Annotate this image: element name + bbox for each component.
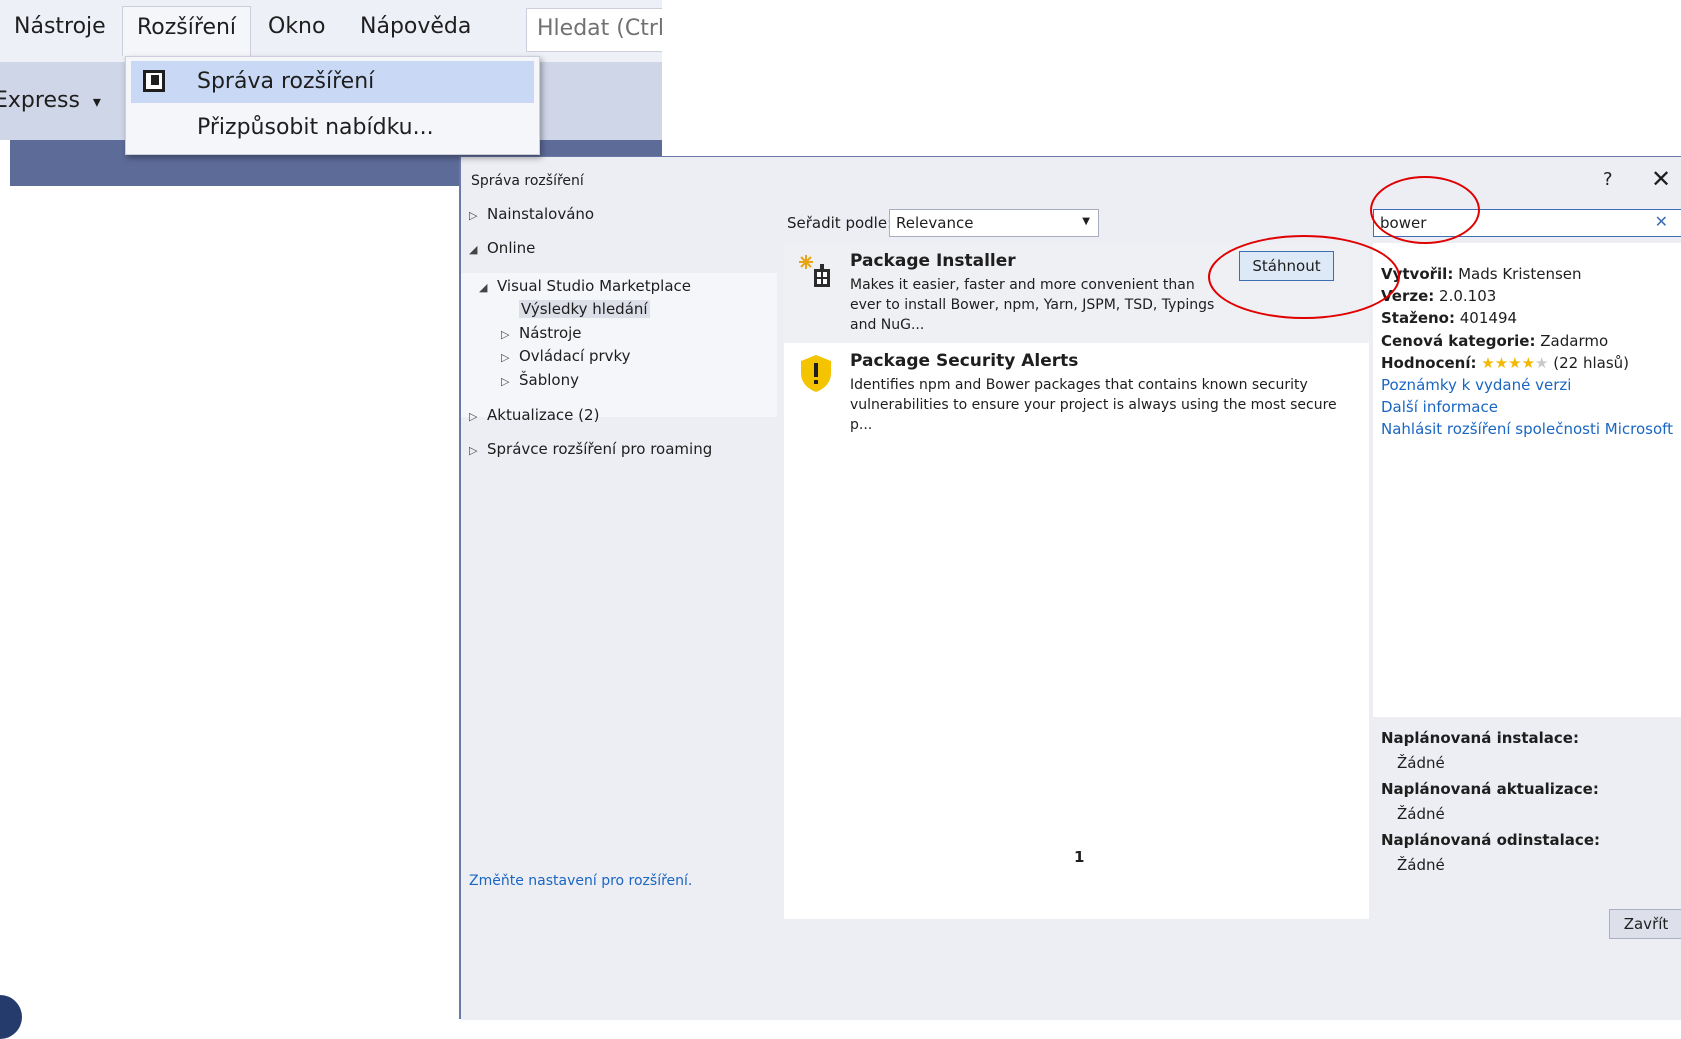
tree-item-tools[interactable]: ▷ Nástroje [501,324,582,342]
vs-search-input[interactable]: Hledat (Ctrl- [526,8,662,52]
expand-arrow-icon: ▷ [469,444,478,457]
scheduled-update-value: Žádné [1397,805,1445,823]
chevron-down-icon: ▼ [1082,216,1090,227]
menu-item-label: Správa rozšíření [197,69,375,94]
dialog-footer [461,919,1681,1020]
rating-row: Hodnocení: ★★★★★ (22 hlasů) [1381,354,1630,372]
close-button[interactable]: Zavřít [1609,909,1681,939]
tree-item-online[interactable]: ◢ Online [469,239,535,257]
downloads-row: Staženo: 401494 [1381,309,1518,327]
help-icon[interactable]: ? [1603,169,1613,190]
expand-arrow-icon: ▷ [501,375,510,388]
list-item[interactable]: Package Security Alerts Identifies npm a… [784,343,1369,443]
result-description: Makes it easier, faster and more conveni… [850,277,1215,333]
expand-arrow-icon: ▷ [501,328,510,341]
menu-help[interactable]: Nápověda [360,14,471,39]
result-title: Package Installer [850,251,1016,271]
extensions-dropdown-menu: Správa rozšíření Přizpůsobit nabídku... [125,56,540,155]
menu-item-manage-extensions[interactable]: Správa rozšíření [131,61,534,103]
rating-stars-icon: ★★★★★ [1481,354,1549,372]
menu-item-customize-menu[interactable]: Přizpůsobit nabídku... [131,107,534,149]
tree-item-installed[interactable]: ▷ Nainstalováno [469,205,594,223]
expand-arrow-icon: ▷ [501,351,510,364]
menu-bar: Nástroje Rozšíření Okno Nápověda Hledat … [0,0,662,62]
tree-item-templates[interactable]: ▷ Šablony [501,371,579,389]
tree-item-updates[interactable]: ▷ Aktualizace (2) [469,406,599,424]
scheduled-uninstall-value: Žádné [1397,856,1445,874]
report-extension-link[interactable]: Nahlásit rozšíření společnosti Microsoft [1381,420,1673,438]
result-description: Identifies npm and Bower packages that c… [850,377,1337,433]
download-button[interactable]: Stáhnout [1239,251,1334,281]
tree-item-marketplace[interactable]: ◢ Visual Studio Marketplace [479,277,691,295]
solution-config-label: Express [0,88,80,113]
chevron-down-icon: ▾ [92,92,101,111]
solution-config-dropdown[interactable]: Express ▾ [0,88,101,113]
search-input[interactable]: bower ✕ [1373,209,1681,237]
extensions-icon [143,70,165,92]
results-list: Package Installer Makes it easier, faste… [784,243,1369,919]
search-value: bower [1380,214,1427,232]
menu-tools[interactable]: Nástroje [14,14,106,39]
list-item[interactable]: Package Installer Makes it easier, faste… [784,243,1369,343]
clear-search-icon[interactable]: ✕ [1655,212,1668,231]
collapse-arrow-icon: ◢ [469,243,478,256]
corner-decoration [0,995,22,1039]
scheduled-install-value: Žádné [1397,754,1445,772]
manage-extensions-dialog: Správa rozšíření ? ✕ ▷ Nainstalováno ◢ Onl… [459,156,1681,1020]
sort-select[interactable]: Relevance ▼ [889,209,1099,237]
result-title: Package Security Alerts [850,351,1079,371]
scheduled-uninstall-label: Naplánovaná odinstalace: [1381,831,1600,849]
release-notes-link[interactable]: Poznámky k vydané verzi [1381,376,1571,394]
version-row: Verze: 2.0.103 [1381,287,1497,305]
price-row: Cenová kategorie: Zadarmo [1381,332,1609,350]
category-tree: ▷ Nainstalováno ◢ Online ◢ Visual Studio Ma… [461,201,777,919]
author-row: Vytvořil: Mads Kristensen [1381,265,1582,283]
security-alert-icon [801,355,831,392]
change-settings-link[interactable]: Změňte nastavení pro rozšíření. [469,873,692,889]
menu-extensions[interactable]: Rozšíření [122,6,252,56]
dialog-title: Správa rozšíření [471,173,584,189]
tree-item-roaming[interactable]: ▷ Správce rozšíření pro roaming [469,440,712,458]
sort-label: Seřadit podle: [787,214,893,232]
scheduled-install-label: Naplánovaná instalace: [1381,729,1579,747]
more-info-link[interactable]: Další informace [1381,398,1498,416]
scheduled-changes: Naplánovaná instalace: Žádné Naplánovaná… [1373,717,1681,919]
close-icon[interactable]: ✕ [1651,165,1671,193]
tree-item-search-results[interactable]: Výsledky hledání [519,300,650,318]
scheduled-update-label: Naplánovaná aktualizace: [1381,780,1599,798]
menu-window[interactable]: Okno [268,14,325,39]
tree-item-controls[interactable]: ▷ Ovládací prvky [501,347,631,365]
page-number[interactable]: 1 [1074,848,1084,866]
sort-value: Relevance [896,214,974,232]
menu-item-label: Přizpůsobit nabídku... [197,115,434,140]
online-subtree: ◢ Visual Studio Marketplace Výsledky hled… [461,273,777,417]
collapse-arrow-icon: ◢ [479,281,488,294]
package-installer-icon [799,255,830,287]
expand-arrow-icon: ▷ [469,209,478,222]
expand-arrow-icon: ▷ [469,410,478,423]
